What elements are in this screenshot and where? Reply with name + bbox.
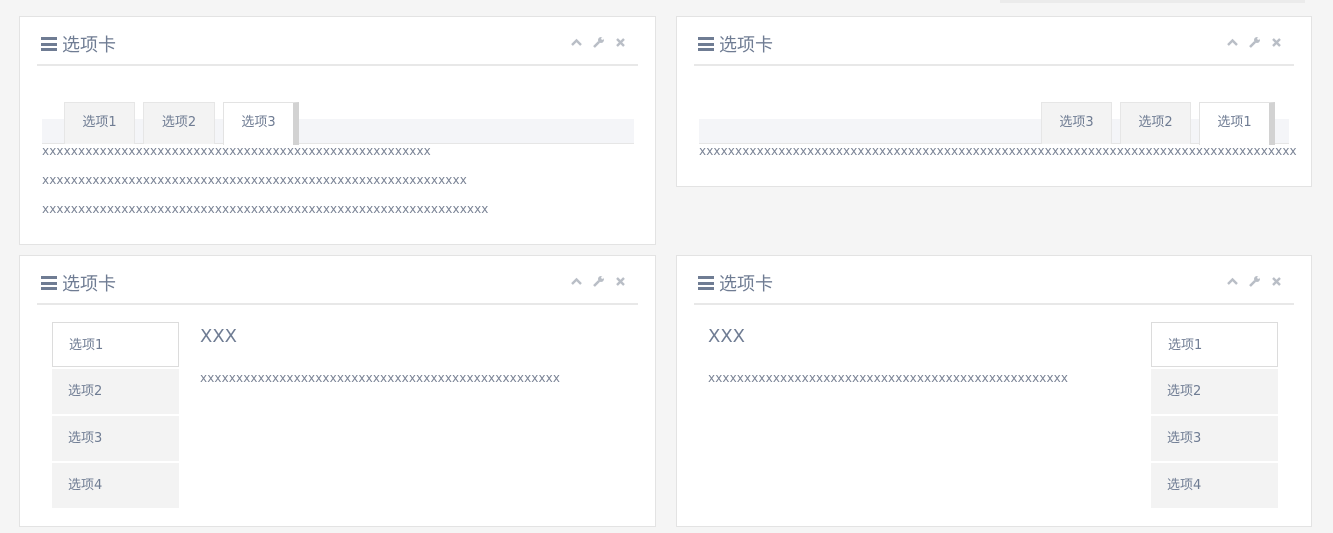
hamburger-icon xyxy=(41,276,57,290)
tab-content-heading: XXX xyxy=(200,326,237,347)
panel-title-text: 选项卡 xyxy=(62,35,116,56)
panel-title: 选项卡 xyxy=(41,31,116,57)
panel-title-text: 选项卡 xyxy=(719,274,773,295)
close-icon[interactable] xyxy=(1270,36,1283,49)
tabs-panel-top-right: 选项卡 选项3 选项2 选项1 xxxxxxxxxxxxxxxxxxxxxxxx… xyxy=(676,16,1312,187)
panel-tools xyxy=(1226,36,1283,49)
top-shadow-line xyxy=(1000,0,1305,3)
tab-option-2[interactable]: 选项2 xyxy=(1151,369,1278,414)
hamburger-icon xyxy=(698,276,714,290)
content-line-1: xxxxxxxxxxxxxxxxxxxxxxxxxxxxxxxxxxxxxxxx… xyxy=(42,144,431,158)
hamburger-icon xyxy=(41,37,57,51)
tab-option-2[interactable]: 选项2 xyxy=(1120,102,1191,144)
tab-option-3[interactable]: 选项3 xyxy=(1151,416,1278,461)
content-line-3: xxxxxxxxxxxxxxxxxxxxxxxxxxxxxxxxxxxxxxxx… xyxy=(42,202,489,216)
tab-option-4[interactable]: 选项4 xyxy=(1151,463,1278,508)
panel-tools xyxy=(570,36,627,49)
tabs-panel-left: 选项卡 选项1 选项2 选项3 选项4 XXX xxxxxxxxxxxxxxxx… xyxy=(19,255,656,527)
wrench-icon[interactable] xyxy=(1248,36,1261,49)
panel-header: 选项卡 xyxy=(37,17,638,66)
panel-title-text: 选项卡 xyxy=(719,35,773,56)
tab-option-3[interactable]: 选项3 xyxy=(1041,102,1112,144)
panel-header: 选项卡 xyxy=(37,256,638,305)
panel-tools xyxy=(1226,275,1283,288)
panel-header: 选项卡 xyxy=(694,256,1294,305)
chevron-up-icon[interactable] xyxy=(570,275,583,288)
tab-option-1[interactable]: 选项1 xyxy=(1151,322,1278,367)
tab-option-3[interactable]: 选项3 xyxy=(52,416,179,461)
content-line-1: xxxxxxxxxxxxxxxxxxxxxxxxxxxxxxxxxxxxxxxx… xyxy=(699,144,1297,158)
panel-title: 选项卡 xyxy=(41,270,116,296)
tab-content-line: xxxxxxxxxxxxxxxxxxxxxxxxxxxxxxxxxxxxxxxx… xyxy=(200,371,561,385)
chevron-up-icon[interactable] xyxy=(570,36,583,49)
wrench-icon[interactable] xyxy=(592,36,605,49)
panel-header: 选项卡 xyxy=(694,17,1294,66)
tab-option-1[interactable]: 选项1 xyxy=(1199,102,1275,145)
tab-content-heading: XXX xyxy=(708,326,745,347)
tab-option-1[interactable]: 选项1 xyxy=(52,322,179,367)
panel-title-text: 选项卡 xyxy=(62,274,116,295)
close-icon[interactable] xyxy=(614,36,627,49)
hamburger-icon xyxy=(698,37,714,51)
tab-option-2[interactable]: 选项2 xyxy=(143,102,215,144)
tab-option-1[interactable]: 选项1 xyxy=(64,102,135,144)
chevron-up-icon[interactable] xyxy=(1226,275,1239,288)
chevron-up-icon[interactable] xyxy=(1226,36,1239,49)
content-line-2: xxxxxxxxxxxxxxxxxxxxxxxxxxxxxxxxxxxxxxxx… xyxy=(42,173,467,187)
tabs-panel-right: 选项卡 XXX xxxxxxxxxxxxxxxxxxxxxxxxxxxxxxxx… xyxy=(676,255,1312,527)
panel-tools xyxy=(570,275,627,288)
tab-option-3[interactable]: 选项3 xyxy=(223,102,299,145)
tab-bar: 选项1 选项2 选项3 xyxy=(42,102,634,145)
wrench-icon[interactable] xyxy=(592,275,605,288)
tab-option-2[interactable]: 选项2 xyxy=(52,369,179,414)
close-icon[interactable] xyxy=(614,275,627,288)
tab-content-line: xxxxxxxxxxxxxxxxxxxxxxxxxxxxxxxxxxxxxxxx… xyxy=(708,371,1069,385)
panel-title: 选项卡 xyxy=(698,31,773,57)
close-icon[interactable] xyxy=(1270,275,1283,288)
tab-option-4[interactable]: 选项4 xyxy=(52,463,179,508)
wrench-icon[interactable] xyxy=(1248,275,1261,288)
tab-bar: 选项3 选项2 选项1 xyxy=(699,102,1289,145)
panel-title: 选项卡 xyxy=(698,270,773,296)
tabs-panel-top-left: 选项卡 选项1 选项2 选项3 xxxxxxxxxxxxxxxxxxxxxxxx… xyxy=(19,16,656,245)
